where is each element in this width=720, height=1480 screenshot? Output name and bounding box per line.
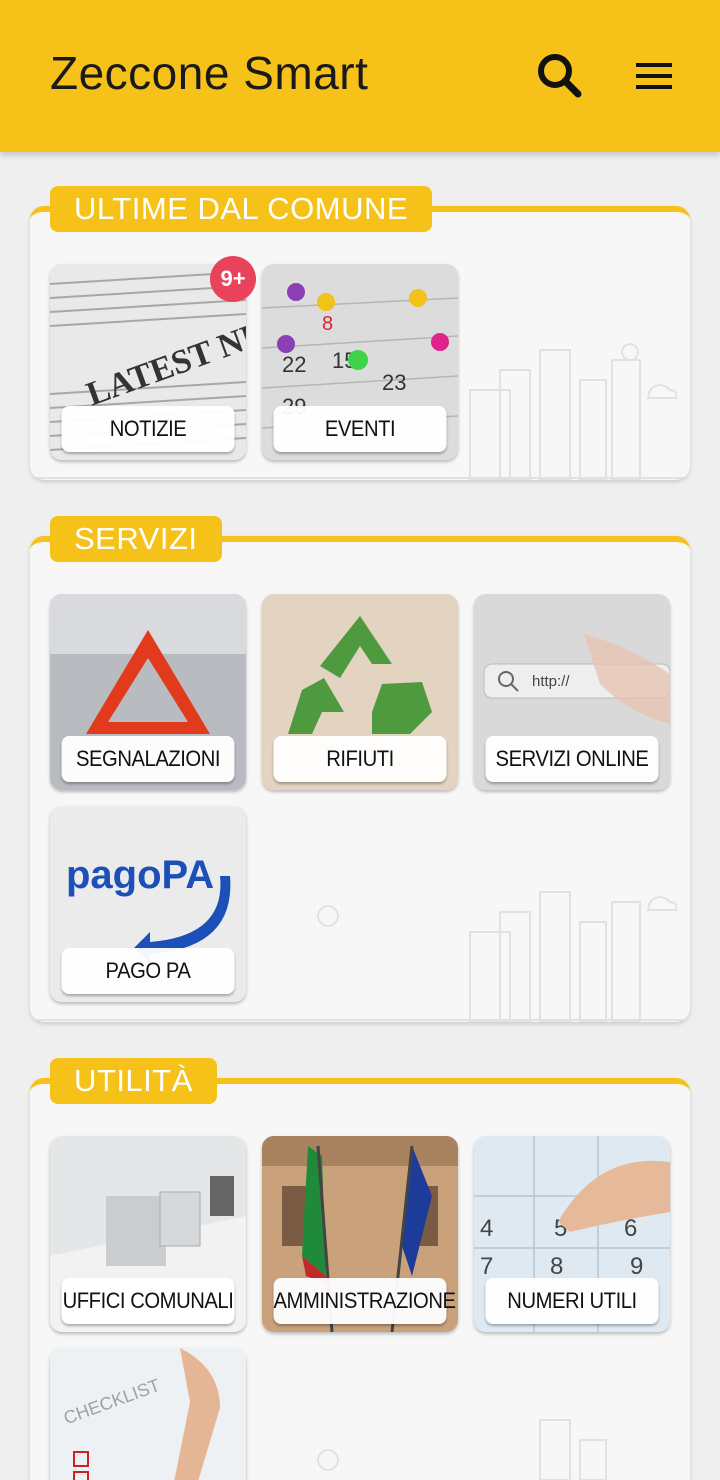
svg-text:22: 22: [282, 352, 306, 377]
tile-label: NOTIZIE: [61, 406, 235, 452]
svg-text:8: 8: [322, 313, 333, 335]
app-title: Zeccone Smart: [50, 47, 369, 99]
svg-text:4: 4: [480, 1215, 493, 1242]
tile-checklist[interactable]: CHECKLIST: [50, 1348, 246, 1480]
tile-label: SERVIZI ONLINE: [485, 736, 659, 782]
app-header: Zeccone Smart: [0, 0, 720, 152]
notification-badge: 9+: [210, 256, 256, 302]
section-servizi: SEGNALAZIONI RIFIUTI http:// SERVIZI ONL…: [30, 536, 690, 1022]
tile-label: PAGO PA: [61, 948, 235, 994]
tile-pago-pa[interactable]: pagoPA PAGO PA: [50, 806, 246, 1002]
tile-amministrazione[interactable]: AMMINISTRAZIONE: [262, 1136, 458, 1332]
tile-label: SEGNALAZIONI: [61, 736, 235, 782]
tile-numeri-utili[interactable]: 456 789 NUMERI UTILI: [474, 1136, 670, 1332]
tile-label: AMMINISTRAZIONE: [273, 1278, 456, 1324]
tile-segnalazioni[interactable]: SEGNALAZIONI: [50, 594, 246, 790]
svg-text:7: 7: [480, 1253, 493, 1280]
pagopa-logo-text: pagoPA: [66, 853, 214, 897]
search-button[interactable]: [534, 50, 584, 100]
tile-servizi-online[interactable]: http:// SERVIZI ONLINE: [474, 594, 670, 790]
svg-text:23: 23: [382, 370, 406, 395]
checklist-image: CHECKLIST: [50, 1348, 246, 1480]
tile-label: EVENTI: [273, 406, 447, 452]
section-title-servizi: SERVIZI: [50, 516, 222, 562]
tile-uffici-comunali[interactable]: UFFICI COMUNALI: [50, 1136, 246, 1332]
svg-text:9: 9: [630, 1253, 643, 1280]
section-utilita: UFFICI COMUNALI AMMINISTRAZIONE 456 789: [30, 1078, 690, 1480]
hamburger-menu-icon: [636, 63, 672, 89]
tile-rifiuti[interactable]: RIFIUTI: [262, 594, 458, 790]
tile-eventi[interactable]: 8 22 15 23 29 EVENTI: [262, 264, 458, 460]
section-ultime-dal-comune: LATEST NEWS NOTIZIE 8 22 15 23 29 EVENTI: [30, 206, 690, 480]
tile-label: RIFIUTI: [273, 736, 447, 782]
url-text: http://: [532, 673, 570, 690]
menu-button[interactable]: [630, 56, 678, 96]
section-title-utilita: UTILITÀ: [50, 1058, 217, 1104]
svg-text:8: 8: [550, 1253, 563, 1280]
tile-label: NUMERI UTILI: [485, 1278, 659, 1324]
section-title-ultime: ULTIME DAL COMUNE: [50, 186, 433, 232]
tile-label: UFFICI COMUNALI: [61, 1278, 235, 1324]
search-icon: [538, 54, 582, 98]
